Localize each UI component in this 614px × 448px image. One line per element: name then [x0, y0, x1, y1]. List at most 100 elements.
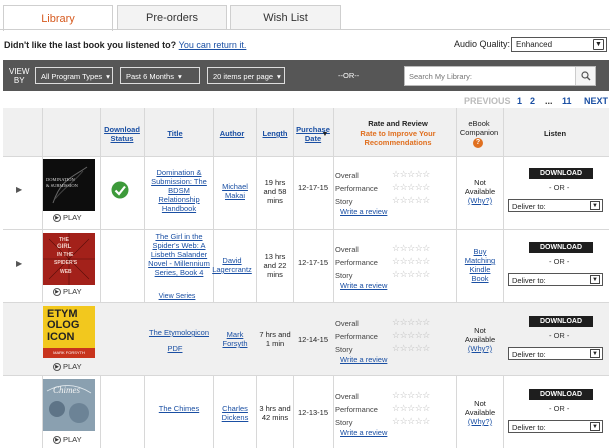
play-label: PLAY — [63, 287, 82, 296]
help-icon[interactable]: ? — [473, 138, 483, 148]
tab-wish-list[interactable]: Wish List — [230, 5, 341, 30]
chevron-down-icon: ▼ — [593, 39, 604, 50]
cover-image[interactable]: DOMINATION & SUBMISSION — [43, 159, 95, 211]
play-button[interactable]: ▶ PLAY — [53, 435, 82, 444]
author-link[interactable]: David Lagercrantz — [208, 256, 256, 274]
purchase-date: 12-17-15 — [297, 258, 329, 267]
cover-image[interactable]: ETYM OLOG ICON MARK FORSYTH — [43, 306, 95, 358]
story-stars[interactable]: ☆☆☆☆☆ — [392, 343, 430, 354]
play-label: PLAY — [63, 435, 82, 444]
play-button[interactable]: ▶ PLAY — [53, 287, 82, 296]
audio-quality-label: Audio Quality: — [454, 39, 511, 49]
book-title-link[interactable]: The Chimes — [147, 404, 211, 413]
cover-image[interactable]: Chimes — [43, 379, 95, 431]
story-stars[interactable]: ☆☆☆☆☆ — [392, 195, 430, 206]
col-rate-review: Rate and Review — [368, 119, 428, 128]
period-value: Past 6 Months — [126, 72, 174, 81]
author-link[interactable]: Mark Forsyth — [216, 330, 254, 348]
return-text: Didn't like the last book you listened t… — [4, 40, 177, 50]
why-link[interactable]: (Why?) — [460, 344, 500, 353]
tab-label: Wish List — [263, 12, 308, 24]
overall-stars[interactable]: ☆☆☆☆☆ — [392, 390, 430, 401]
overall-stars[interactable]: ☆☆☆☆☆ — [392, 169, 430, 180]
deliver-to-select[interactable]: Deliver to: ▼ — [508, 347, 603, 360]
rating-label-performance: Performance — [335, 405, 378, 414]
program-type-select[interactable]: All Program Types ▾ — [35, 67, 113, 84]
play-icon: ▶ — [53, 287, 61, 296]
per-page-select[interactable]: 20 items per page ▾ — [207, 67, 285, 84]
pagination-previous[interactable]: PREVIOUS — [464, 96, 511, 106]
story-stars[interactable]: ☆☆☆☆☆ — [392, 416, 430, 427]
deliver-to-select[interactable]: Deliver to: ▼ — [508, 420, 603, 433]
story-stars[interactable]: ☆☆☆☆☆ — [392, 269, 430, 280]
col-rate-subtitle: Rate to Improve Your Recommendations — [360, 129, 436, 147]
performance-stars[interactable]: ☆☆☆☆☆ — [392, 182, 430, 193]
caret-down-icon: ▾ — [277, 72, 281, 81]
download-button[interactable]: DOWNLOAD — [529, 242, 593, 253]
write-review-link[interactable]: Write a review — [340, 281, 387, 290]
buy-kindle-link[interactable]: Buy Matching Kindle Book — [462, 247, 498, 283]
length: 19 hrs and 58 mins — [263, 178, 287, 205]
why-link[interactable]: (Why?) — [460, 196, 500, 205]
audio-quality-select[interactable]: Enhanced ▼ — [511, 37, 607, 52]
rating-label-story: Story — [335, 197, 353, 206]
write-review-link[interactable]: Write a review — [340, 207, 387, 216]
book-title-link[interactable]: The Girl in the Spider's Web: A Lisbeth … — [147, 232, 211, 277]
deliver-to-select[interactable]: Deliver to: ▼ — [508, 273, 603, 286]
page-1[interactable]: 1 — [517, 96, 522, 106]
download-button[interactable]: DOWNLOAD — [529, 168, 593, 179]
performance-stars[interactable]: ☆☆☆☆☆ — [392, 403, 430, 414]
download-button[interactable]: DOWNLOAD — [529, 316, 593, 327]
cover-title: WEB — [60, 269, 72, 275]
tab-library[interactable]: Library — [3, 5, 113, 31]
deliver-to-select[interactable]: Deliver to: ▼ — [508, 199, 603, 212]
length: 13 hrs and 22 mins — [263, 252, 287, 279]
col-title[interactable]: Title — [150, 129, 200, 138]
performance-stars[interactable]: ☆☆☆☆☆ — [392, 256, 430, 267]
write-review-link[interactable]: Write a review — [340, 428, 387, 437]
col-download-status[interactable]: Download Status — [102, 125, 142, 143]
why-link[interactable]: (Why?) — [460, 417, 500, 426]
view-series-link[interactable]: View Series — [155, 292, 199, 301]
expand-icon[interactable]: ▶ — [16, 185, 22, 194]
tab-pre-orders[interactable]: Pre-orders — [117, 5, 227, 30]
rating-label-story: Story — [335, 271, 353, 280]
sort-down-icon[interactable]: ▼ — [320, 130, 330, 139]
cover-art — [43, 233, 95, 285]
filter-bar: VIEW BY All Program Types ▾ Past 6 Months… — [3, 60, 609, 91]
write-review-link[interactable]: Write a review — [340, 355, 387, 364]
performance-stars[interactable]: ☆☆☆☆☆ — [392, 330, 430, 341]
author-link[interactable]: Charles Dickens — [216, 404, 254, 422]
view-by-label: VIEW BY — [9, 67, 29, 85]
page-2[interactable]: 2 — [530, 96, 535, 106]
book-title-link[interactable]: Domination & Submission: The BDSM Relati… — [147, 168, 211, 213]
col-ebook: eBook Companion — [459, 119, 499, 137]
col-author[interactable]: Author — [216, 129, 248, 138]
return-link[interactable]: You can return it. — [179, 40, 247, 50]
deliver-to-label: Deliver to: — [512, 350, 546, 359]
col-listen: Listen — [543, 129, 567, 138]
col-length[interactable]: Length — [258, 129, 292, 138]
overall-stars[interactable]: ☆☆☆☆☆ — [392, 317, 430, 328]
library-search[interactable] — [404, 66, 596, 86]
overall-stars[interactable]: ☆☆☆☆☆ — [392, 243, 430, 254]
caret-down-icon: ▾ — [177, 72, 182, 81]
search-button[interactable] — [575, 67, 595, 85]
or-separator: - OR - — [549, 331, 570, 340]
rating-label-overall: Overall — [335, 171, 359, 180]
play-button[interactable]: ▶ PLAY — [53, 362, 82, 371]
pagination-next[interactable]: NEXT — [584, 96, 608, 106]
view-by-line1: VIEW — [9, 67, 30, 76]
period-select[interactable]: Past 6 Months ▾ — [120, 67, 200, 84]
pdf-link[interactable]: PDF — [160, 344, 190, 353]
book-title-link[interactable]: The Etymologicon — [147, 328, 211, 337]
download-button[interactable]: DOWNLOAD — [529, 389, 593, 400]
cover-author: MARK FORSYTH — [43, 348, 95, 358]
author-link[interactable]: Michael Makai — [216, 182, 254, 200]
expand-icon[interactable]: ▶ — [16, 259, 22, 268]
cover-image[interactable]: THE GIRL IN THE SPIDER'S WEB — [43, 233, 95, 285]
search-input[interactable] — [409, 72, 574, 81]
page-ellipsis: ... — [545, 96, 553, 106]
page-11[interactable]: 11 — [562, 96, 572, 106]
play-button[interactable]: ▶ PLAY — [53, 213, 82, 222]
